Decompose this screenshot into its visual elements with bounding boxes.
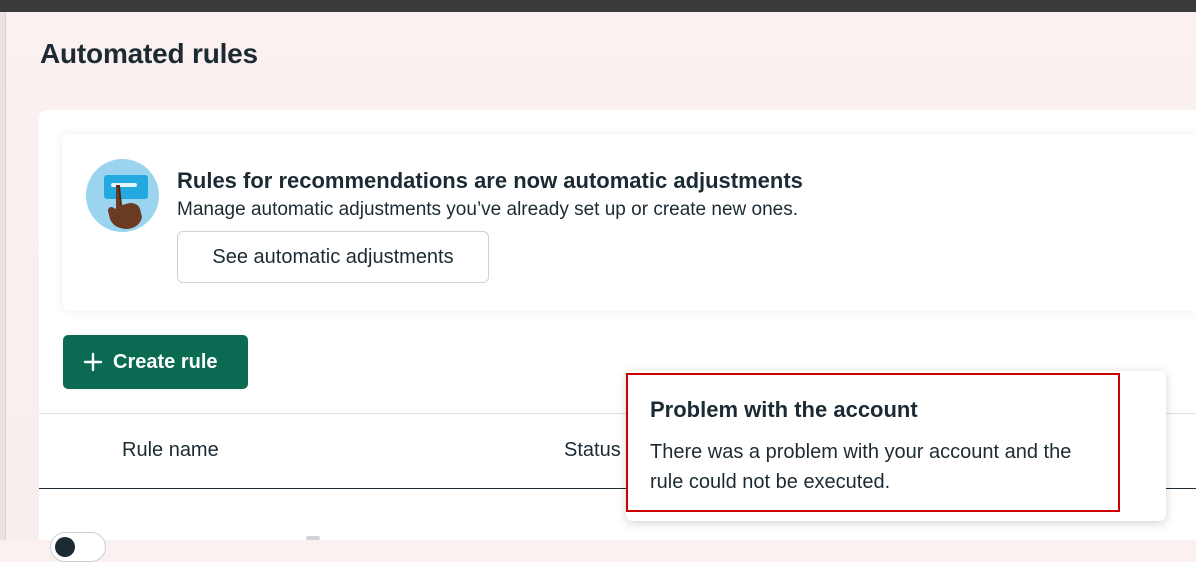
row-partial-content xyxy=(306,536,320,540)
toggle-knob xyxy=(55,537,75,557)
tooltip-title: Problem with the account xyxy=(650,397,918,422)
tooltip-body: There was a problem with your account an… xyxy=(650,441,1072,493)
create-rule-label: Create rule xyxy=(113,350,218,373)
create-rule-button[interactable]: Create rule xyxy=(63,335,248,389)
see-automatic-adjustments-button[interactable]: See automatic adjustments xyxy=(177,231,489,283)
browser-top-bar xyxy=(0,0,1196,12)
hand-pointing-card-illustration xyxy=(86,159,159,232)
info-banner xyxy=(62,134,1196,311)
column-header-status[interactable]: Status xyxy=(564,439,621,462)
page-title: Automated rules xyxy=(40,38,258,69)
rule-toggle[interactable] xyxy=(50,532,106,562)
left-edge xyxy=(0,12,6,540)
banner-title: Rules for recommendations are now automa… xyxy=(177,168,803,193)
column-header-rule-name[interactable]: Rule name xyxy=(122,439,219,462)
plus-icon xyxy=(83,352,103,372)
banner-subtitle: Manage automatic adjustments you’ve alre… xyxy=(177,199,799,220)
